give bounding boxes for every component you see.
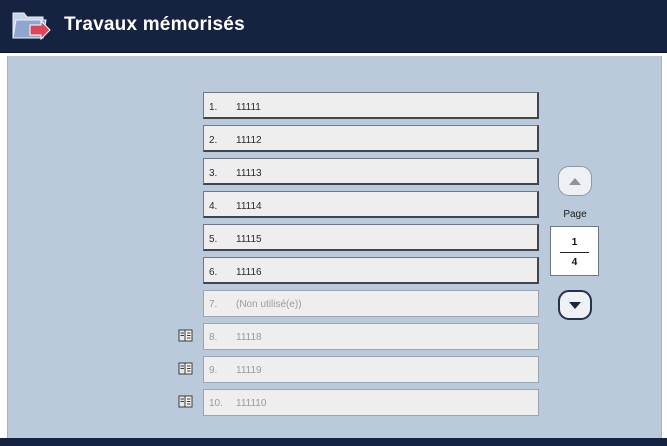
page-up-button[interactable] — [558, 166, 592, 196]
folder-arrow-icon — [12, 12, 51, 41]
job-number: 3. — [209, 168, 218, 179]
job-number: 7. — [209, 299, 218, 310]
job-name: (Non utilisé(e)) — [236, 299, 302, 310]
job-number: 1. — [209, 102, 218, 113]
page-down-button[interactable] — [558, 290, 592, 320]
job-name: 11116 — [236, 267, 262, 278]
job-row[interactable]: 1. 11111 — [203, 92, 539, 119]
stored-jobs-screen: Travaux mémorisés 1. 11111 2. 11112 3. 11113 4… — [0, 0, 667, 446]
job-name: 11112 — [236, 135, 262, 146]
arrow-up-icon — [569, 177, 581, 185]
job-name: 11118 — [236, 332, 262, 343]
job-number: 5. — [209, 234, 218, 245]
job-row: 7. (Non utilisé(e)) — [203, 290, 539, 317]
job-number: 8. — [209, 332, 218, 343]
current-page: 1 — [571, 237, 578, 248]
job-number: 2. — [209, 135, 218, 146]
page-indicator: 1 4 — [550, 226, 599, 276]
job-number: 4. — [209, 201, 218, 212]
document-icon — [178, 329, 193, 342]
page-title: Travaux mémorisés — [64, 14, 245, 35]
total-pages: 4 — [571, 257, 578, 268]
job-name: 11113 — [236, 168, 262, 179]
page-label: Page — [563, 209, 587, 220]
job-row[interactable]: 3. 11113 — [203, 158, 539, 185]
job-name: 11119 — [236, 365, 262, 376]
job-name: 11114 — [236, 201, 262, 212]
job-row: 8. 11118 — [203, 323, 539, 350]
document-icon — [178, 395, 193, 408]
job-number: 6. — [209, 267, 218, 278]
job-row: 9. 11119 — [203, 356, 539, 383]
job-name: 111110 — [236, 398, 267, 409]
job-row[interactable]: 5. 11115 — [203, 224, 539, 251]
job-number: 10. — [209, 398, 223, 409]
job-number: 9. — [209, 365, 218, 376]
document-icon — [178, 362, 193, 375]
job-row[interactable]: 6. 11116 — [203, 257, 539, 284]
job-row[interactable]: 4. 11114 — [203, 191, 539, 218]
header-bar: Travaux mémorisés — [0, 0, 667, 53]
page-divider — [560, 252, 589, 253]
footer-bar — [0, 438, 667, 446]
job-name: 11115 — [236, 234, 262, 245]
job-row: 10. 111110 — [203, 389, 539, 416]
job-name: 11111 — [236, 102, 261, 113]
job-row[interactable]: 2. 11112 — [203, 125, 539, 152]
arrow-down-icon — [569, 301, 581, 309]
